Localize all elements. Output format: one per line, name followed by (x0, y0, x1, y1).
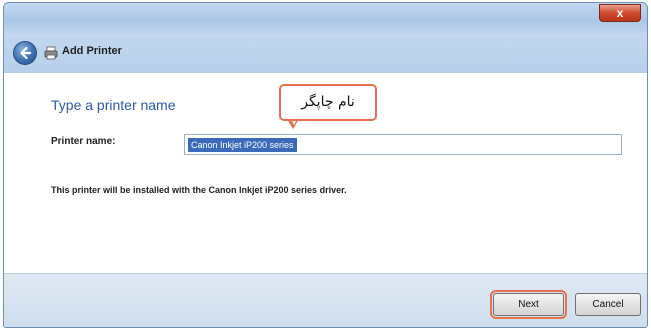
cancel-button[interactable]: Cancel (575, 293, 641, 316)
add-printer-window: x Add Printer Type a printer name Printe… (3, 2, 648, 328)
printer-name-selected-text: Canon Inkjet iP200 series (188, 138, 297, 152)
printer-icon (44, 46, 58, 60)
close-button[interactable]: x (599, 4, 641, 22)
printer-name-label: Printer name: (51, 136, 116, 147)
printer-name-input[interactable]: Canon Inkjet iP200 series (184, 134, 622, 155)
back-arrow-icon (20, 46, 32, 60)
back-button[interactable] (13, 41, 37, 65)
wizard-footer: Next Cancel (4, 273, 647, 327)
annotation-callout: نام چاپگر (279, 84, 377, 121)
wizard-title: Add Printer (62, 45, 122, 57)
title-bar: x (4, 3, 647, 33)
wizard-header: Add Printer (4, 33, 647, 73)
driver-info-text: This printer will be installed with the … (51, 185, 347, 195)
wizard-content: Type a printer name Printer name: Canon … (4, 73, 647, 273)
page-heading: Type a printer name (51, 97, 176, 113)
next-button[interactable]: Next (490, 290, 567, 319)
